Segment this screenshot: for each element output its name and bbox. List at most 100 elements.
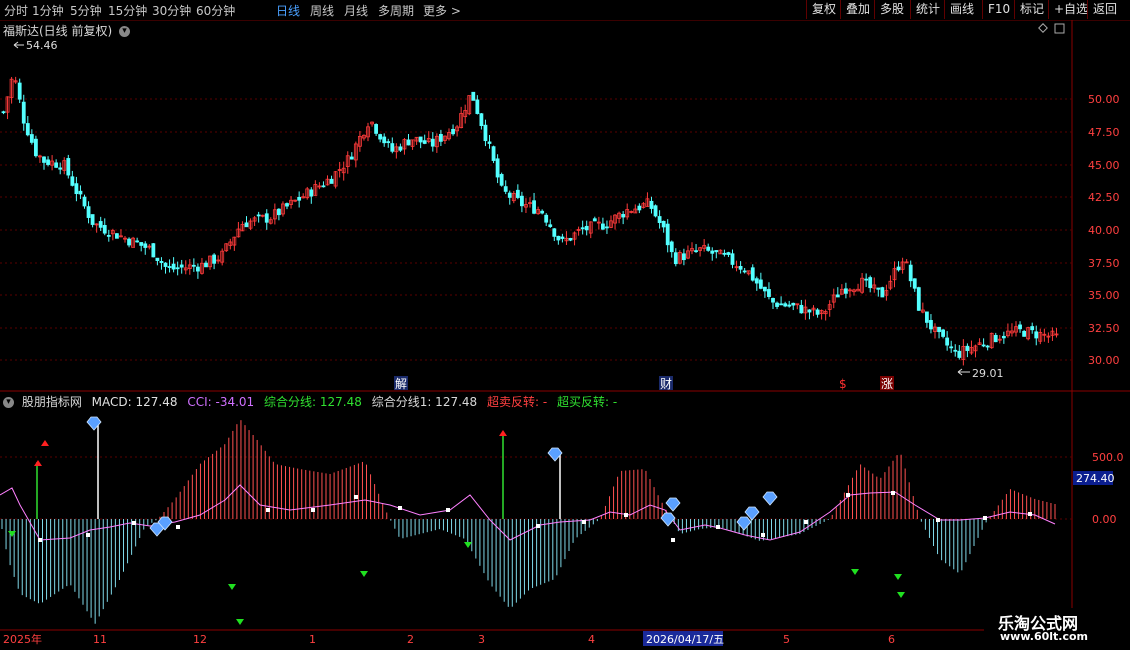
candle-body [475,99,480,114]
candle-body [42,156,46,163]
candle-body [552,228,557,237]
candle-body [285,203,289,207]
candle-body [66,158,71,176]
cursor-date-text: 2026/04/17/五 [646,633,724,646]
candle-body [21,101,26,124]
candle-body [682,253,686,261]
candlesticks [1,76,1059,366]
price-tick: 50.00 [1088,93,1120,106]
candle-body [937,326,941,333]
signal-dot [86,533,90,537]
candle-body [953,349,958,352]
candle-body [82,196,87,207]
kline-chart[interactable]: 50.00 47.50 45.00 42.50 40.00 37.50 35.0… [0,0,1130,650]
candle-body [34,138,38,157]
candle-body [754,278,759,284]
candle-body [276,208,281,216]
macd-value: MACD: 127.48 [91,395,178,409]
diamond-icon [660,512,676,527]
candle-body [993,334,998,343]
candle-body [949,346,954,349]
diamond-icon[interactable] [1038,23,1048,33]
candle-body [244,222,249,228]
signal-dot [176,525,180,529]
candle-body [495,158,500,178]
down-arrow-icon [894,574,902,580]
candle-body [179,264,184,268]
candle-body [1034,331,1039,339]
signal-dot [536,524,540,528]
candle-body [422,140,427,144]
signal-dot [38,538,42,542]
price-tick: 40.00 [1088,224,1120,237]
up-arrow-icon [499,430,507,436]
candle-body [191,264,196,267]
candle-body [503,186,508,192]
candle-body [532,200,536,214]
candle-body [601,223,605,230]
price-tick: 30.00 [1088,354,1120,367]
collapse-icon[interactable] [1054,23,1065,34]
event-marker-dividend[interactable]: $ [839,377,847,391]
candle-body [710,250,715,254]
candle-body [560,236,565,239]
indicator-tick: 0.00 [1092,513,1117,526]
candle-body [657,216,662,223]
time-label: 5 [783,633,790,646]
candle-body [548,224,553,227]
signal-dot [266,508,270,512]
down-arrow-icon [464,542,472,548]
signal-dot [354,495,358,499]
candle-body [568,238,573,241]
oversold-value: 超卖反转: - [487,395,548,409]
candle-body [880,287,885,298]
candle-body [143,243,148,248]
main-grid [0,98,1072,361]
candle-body [167,266,172,268]
price-tick: 47.50 [1088,126,1120,139]
candle-body [398,146,403,151]
candle-body [807,309,812,313]
signal-dot [891,491,895,495]
candle-body [139,242,144,246]
signal-dot [846,493,850,497]
candle-body [758,279,763,289]
signal-dot [936,518,940,522]
candle-body [171,263,176,270]
price-tick: 42.50 [1088,191,1120,204]
candle-body [912,278,917,289]
overbought-value: 超买反转: - [557,395,618,409]
candle-body [592,218,597,222]
candle-body [471,91,476,101]
candle-body [382,136,387,144]
candle-body [815,309,820,315]
candle-body [195,266,200,272]
candle-body [787,304,792,307]
signal-dot [716,525,720,529]
candle-body [742,270,747,273]
chevron-down-icon[interactable]: ▾ [3,397,14,408]
candle-body [925,311,929,323]
candle-body [487,141,492,144]
candle-body [637,205,642,211]
down-arrow-icon [8,531,16,537]
candle-body [908,264,913,282]
candle-body [54,162,59,168]
candle-body [981,344,986,347]
cci-value: CCI: -34.01 [187,395,255,409]
candle-body [98,221,103,228]
watermark: 乐淘公式网 www.60lt.com [984,608,1130,650]
candle-body [135,240,140,243]
time-label: 2025年 [3,632,42,646]
candle-body [1001,335,1006,339]
line1-value: 综合分线: 127.48 [264,395,362,409]
current-value-text: 274.40 [1076,472,1115,485]
signal-dot [671,538,675,542]
candle-body [1018,324,1022,330]
candle-body [1022,330,1026,337]
indicator-tick: 500.0 [1092,451,1124,464]
candle-body [945,337,950,346]
time-label: 4 [588,633,595,646]
price-tick: 37.50 [1088,257,1120,270]
up-arrow-icon [34,460,42,466]
